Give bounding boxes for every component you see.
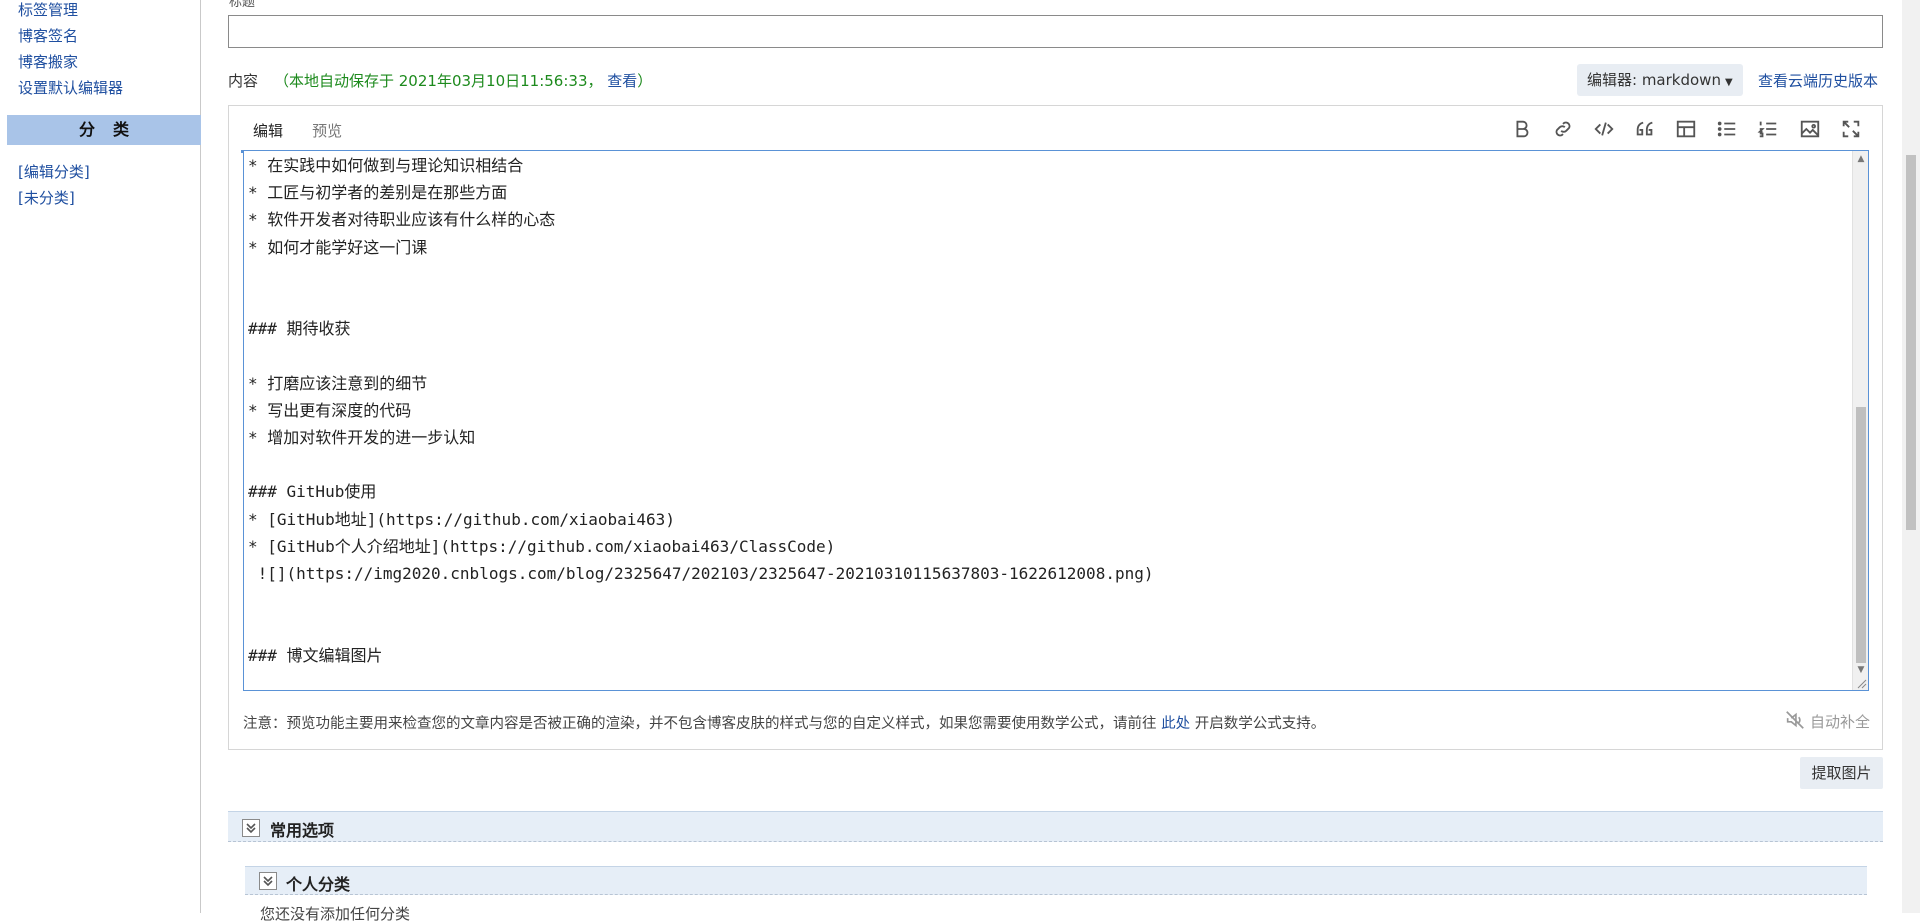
sidebar-item-blog-signature[interactable]: 博客签名 <box>18 25 78 46</box>
table-icon[interactable] <box>1675 118 1701 144</box>
markdown-content: * 在实践中如何做到与理论知识相结合 * 工匠与初学者的差别是在那些方面 * 软… <box>248 156 1154 665</box>
common-options-title[interactable]: 常用选项 <box>270 817 334 841</box>
sidebar: 标签管理 博客签名 博客搬家 设置默认编辑器 分类 [编辑分类] [未分类] <box>7 0 201 913</box>
preview-note: 注意：预览功能主要用来检查您的文章内容是否被正确的渲染，并不包含博客皮肤的样式与… <box>243 712 1325 733</box>
title-input[interactable] <box>228 15 1883 48</box>
uncategorized-link[interactable]: [未分类] <box>18 187 75 208</box>
page-scrollbar[interactable] <box>1902 0 1920 913</box>
autocomplete-toggle[interactable]: 自动补全 <box>1784 709 1870 732</box>
scroll-down-icon[interactable]: ▼ <box>1856 664 1866 676</box>
personal-category-collapse-button[interactable] <box>259 872 277 890</box>
autocomplete-label: 自动补全 <box>1809 713 1870 731</box>
no-category-text: 您还没有添加任何分类 <box>260 905 411 923</box>
extract-images-button[interactable]: 提取图片 <box>1800 757 1883 789</box>
common-options-section: 常用选项 <box>228 811 1883 842</box>
image-icon[interactable] <box>1799 118 1825 144</box>
math-formula-link[interactable]: 此处 <box>1161 716 1190 732</box>
editor-select-label: 编辑器: markdown <box>1587 71 1721 89</box>
autosave-view-link[interactable]: 查看 <box>607 72 637 90</box>
preview-note-text: 注意：预览功能主要用来检查您的文章内容是否被正确的渲染，并不包含博客皮肤的样式与… <box>243 716 1162 732</box>
resize-grip-icon[interactable] <box>1855 677 1867 689</box>
code-icon[interactable] <box>1593 118 1619 144</box>
bold-icon[interactable] <box>1511 118 1537 144</box>
autocomplete-off-icon <box>1786 711 1804 729</box>
sidebar-item-default-editor[interactable]: 设置默认编辑器 <box>18 77 123 98</box>
title-label: 标题 <box>229 0 256 10</box>
sidebar-item-tag-management[interactable]: 标签管理 <box>18 0 78 20</box>
autosave-text: （本地自动保存于 2021年03月10日11:56:33， <box>274 72 603 90</box>
textarea-scrollbar[interactable]: ▲ ▼ <box>1852 151 1868 690</box>
textarea-scrollbar-thumb[interactable] <box>1856 407 1866 663</box>
personal-category-title[interactable]: 个人分类 <box>286 871 350 895</box>
cloud-history-link[interactable]: 查看云端历史版本 <box>1758 70 1878 91</box>
content-label: 内容 <box>228 72 259 90</box>
link-icon[interactable] <box>1552 118 1578 144</box>
autosave-close-paren: ） <box>637 72 653 90</box>
category-header: 分类 <box>7 115 201 145</box>
common-options-collapse-button[interactable] <box>242 819 260 837</box>
fullscreen-icon[interactable] <box>1840 118 1866 144</box>
tab-edit[interactable]: 编辑 <box>241 114 296 153</box>
editor-tabs: 编辑 预览 <box>241 114 354 154</box>
numbered-list-icon[interactable] <box>1757 118 1783 144</box>
scroll-up-icon[interactable]: ▲ <box>1856 153 1866 165</box>
tab-preview[interactable]: 预览 <box>300 114 354 153</box>
chevron-down-icon: ▼ <box>1724 77 1733 88</box>
quote-icon[interactable] <box>1634 118 1660 144</box>
autosave-status: （本地自动保存于 2021年03月10日11:56:33， 查看） <box>274 70 652 91</box>
markdown-textarea[interactable]: * 在实践中如何做到与理论知识相结合 * 工匠与初学者的差别是在那些方面 * 软… <box>243 150 1869 691</box>
editor-select-dropdown[interactable]: 编辑器: markdown ▼ <box>1577 64 1743 96</box>
page-scrollbar-thumb[interactable] <box>1906 155 1916 530</box>
double-chevron-down-icon <box>246 823 256 834</box>
edit-category-link[interactable]: [编辑分类] <box>18 161 90 182</box>
sidebar-item-blog-migration[interactable]: 博客搬家 <box>18 51 78 72</box>
double-chevron-down-icon <box>263 876 273 887</box>
markdown-editor: 编辑 预览 * 在实践中如何做到与理论知识相结合 * 工匠与初学者的差别是在那些… <box>228 105 1883 750</box>
personal-category-section: 个人分类 <box>245 866 1867 895</box>
bullet-list-icon[interactable] <box>1716 118 1742 144</box>
preview-note-suffix: 开启数学公式支持。 <box>1190 716 1326 732</box>
